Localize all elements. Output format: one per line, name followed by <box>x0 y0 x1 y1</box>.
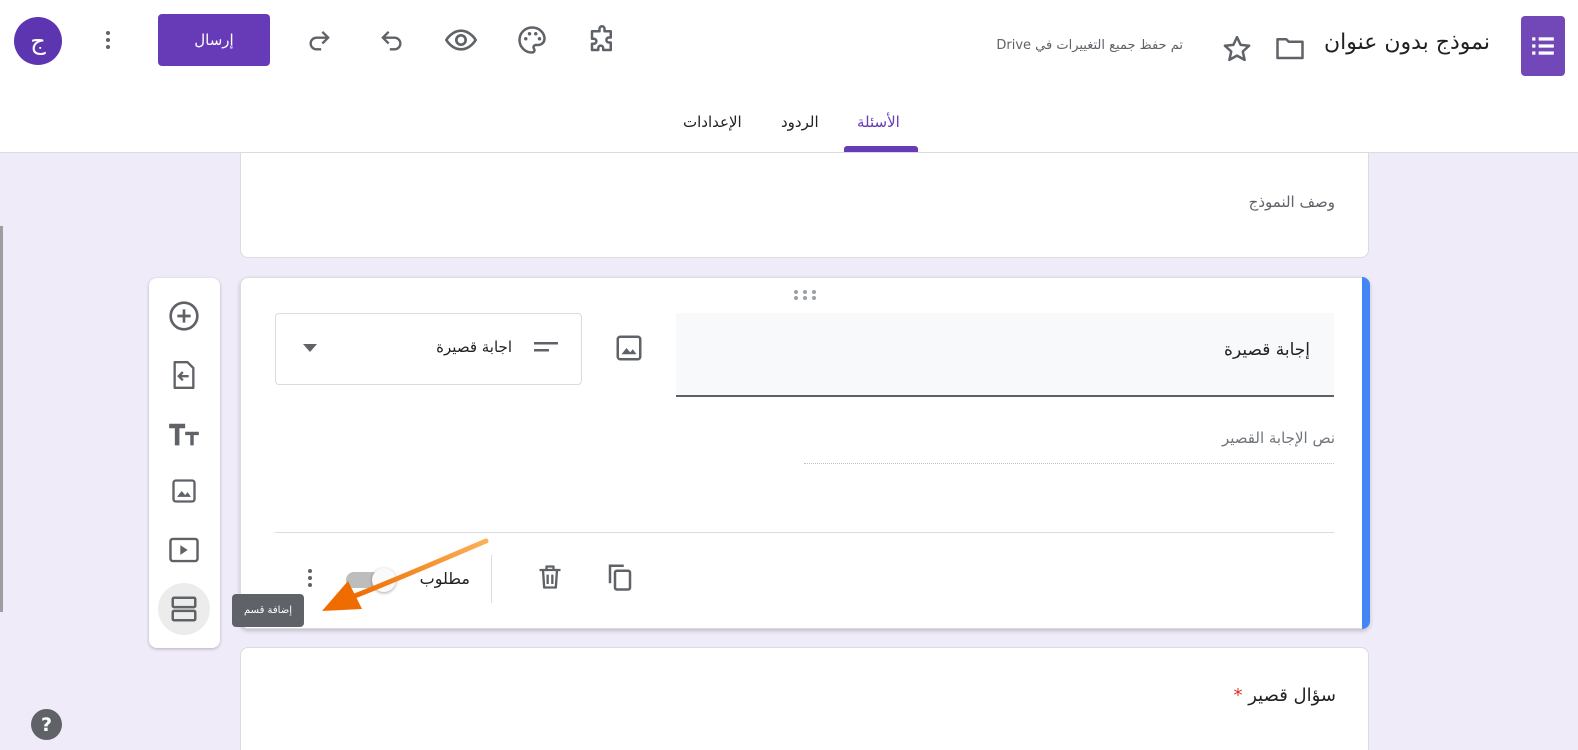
saved-status: تم حفظ جميع التغييرات في Drive <box>996 38 1183 53</box>
star-icon[interactable] <box>1217 29 1257 69</box>
add-video-icon[interactable] <box>164 530 204 570</box>
import-questions-icon[interactable] <box>164 355 204 395</box>
add-question-image-icon[interactable] <box>609 328 649 368</box>
tab-questions[interactable]: الأسئلة <box>857 113 900 131</box>
left-scroll-edge <box>0 226 3 612</box>
question-title: إجابة قصيرة <box>1224 340 1310 360</box>
preview-eye-icon[interactable] <box>441 20 481 60</box>
add-title-icon[interactable] <box>164 414 204 454</box>
forms-logo-icon[interactable] <box>1521 16 1565 76</box>
required-asterisk: * <box>1233 685 1243 706</box>
next-question-title: سؤال قصير * <box>1233 685 1337 706</box>
form-title-input[interactable]: نموذج بدون عنوان <box>1300 30 1490 55</box>
delete-icon[interactable] <box>530 557 570 597</box>
undo-icon[interactable] <box>371 20 411 60</box>
active-tab-indicator <box>844 146 918 152</box>
account-avatar[interactable]: ج <box>14 17 62 65</box>
more-vert-icon[interactable] <box>88 20 128 60</box>
addon-puzzle-icon[interactable] <box>582 20 622 60</box>
palette-icon[interactable] <box>512 20 552 60</box>
annotation-arrow-icon <box>308 535 494 617</box>
question-footer-divider <box>275 532 1334 533</box>
help-icon[interactable]: ? <box>31 709 62 740</box>
redo-icon[interactable] <box>300 20 340 60</box>
add-image-icon[interactable] <box>164 471 204 511</box>
app-header: ج إرسال تم حفظ جميع التغييرات في Drive ن… <box>0 0 1578 153</box>
tab-settings[interactable]: الإعدادات <box>683 113 742 131</box>
chevron-down-icon <box>303 344 317 352</box>
short-answer-type-icon <box>534 340 558 354</box>
add-section-tooltip: إضافة قسم <box>232 594 304 627</box>
question-type-label: اجابة قصيرة <box>436 338 512 356</box>
tab-responses[interactable]: الردود <box>781 113 819 131</box>
active-card-accent <box>1362 277 1370 629</box>
short-answer-underline <box>804 463 1334 464</box>
add-section-icon[interactable] <box>164 589 204 629</box>
form-description-input[interactable]: وصف النموذج <box>1180 193 1335 211</box>
duplicate-icon[interactable] <box>600 557 640 597</box>
add-question-icon[interactable] <box>164 296 204 336</box>
send-button[interactable]: إرسال <box>158 14 270 66</box>
short-answer-placeholder: نص الإجابة القصير <box>1221 429 1335 447</box>
drag-handle-icon[interactable] <box>793 289 817 301</box>
